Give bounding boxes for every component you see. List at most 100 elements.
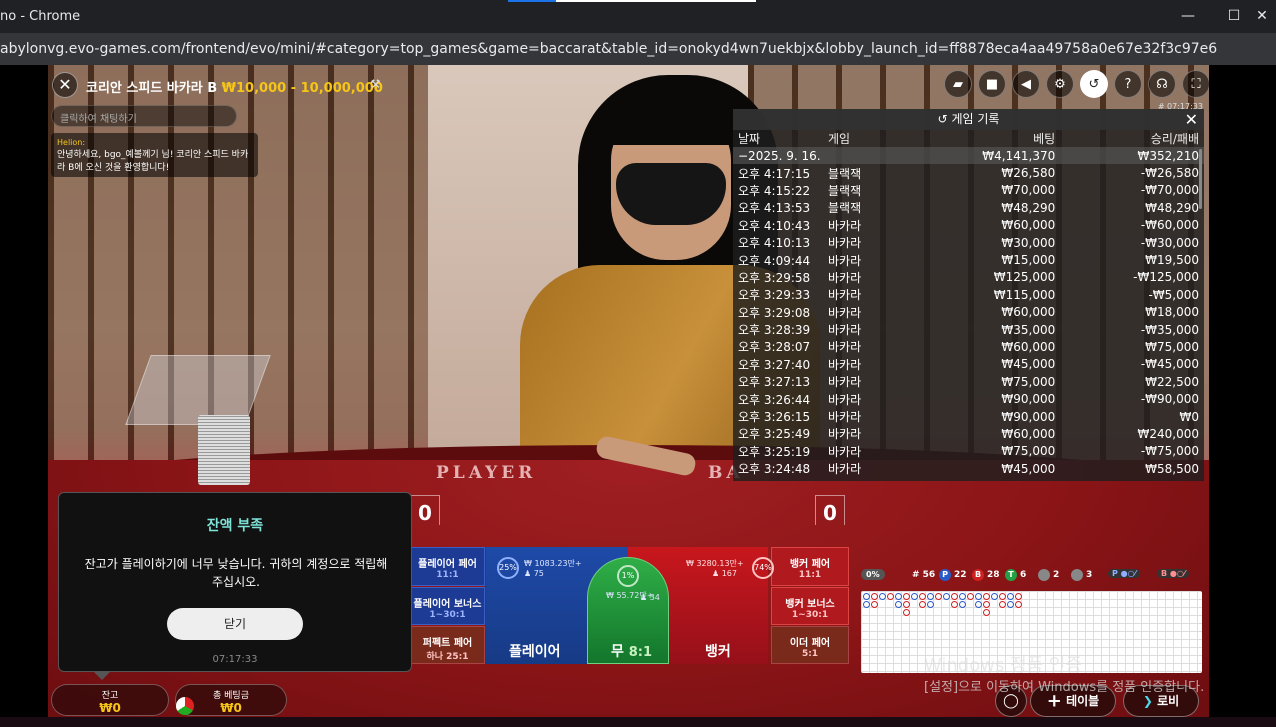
- banker-pair-odds: 11:1: [798, 570, 822, 580]
- history-row[interactable]: 오후 4:15:22 블랙잭 ₩70,000 -₩70,000: [733, 182, 1204, 199]
- history-row[interactable]: 오후 4:17:15 블랙잭 ₩26,580 -₩26,580: [733, 164, 1204, 181]
- history-row[interactable]: 오후 3:25:49 바카라 ₩60,000 ₩240,000: [733, 425, 1204, 442]
- history-result: -₩75,000: [1140, 444, 1199, 459]
- player-main-label: 플레이어: [509, 644, 561, 660]
- road-toggle[interactable]: 0%: [861, 569, 885, 580]
- address-bar[interactable]: abylonvg.evo-games.com/frontend/evo/mini…: [0, 33, 1276, 65]
- history-row[interactable]: 오후 4:10:13 바카라 ₩30,000 -₩30,000: [733, 234, 1204, 251]
- history-row[interactable]: 오후 4:09:44 바카라 ₩15,000 ₩19,500: [733, 251, 1204, 268]
- history-row[interactable]: 오후 3:27:13 바카라 ₩75,000 ₩22,500: [733, 373, 1204, 390]
- history-row[interactable]: 오후 3:24:48 바카라 ₩45,000 ₩58,500: [733, 460, 1204, 477]
- history-row[interactable]: 오후 3:25:19 바카라 ₩75,000 -₩75,000: [733, 443, 1204, 460]
- history-bet: ₩35,000: [1001, 322, 1056, 337]
- total-date: −2025. 9. 16.: [733, 147, 903, 165]
- table-button-label: 테이블: [1066, 694, 1100, 708]
- game-viewport: PLAYER BA ✕ 코리안 스피드 바카라 B ₩10,000 - 10,0…: [48, 65, 1209, 727]
- p-count: 22: [954, 570, 967, 580]
- fullscreen-icon[interactable]: ⛶: [1182, 70, 1209, 98]
- balance-display[interactable]: 잔고 ₩0: [51, 684, 169, 716]
- banker-bonus-bet[interactable]: 뱅커 보너스 1~30:1: [771, 587, 849, 625]
- road-banker-dot: [1015, 601, 1022, 608]
- headset-icon[interactable]: ☊: [1148, 70, 1176, 98]
- close-game-button[interactable]: ✕: [52, 72, 78, 98]
- history-row[interactable]: 오후 4:10:43 바카라 ₩60,000 -₩60,000: [733, 217, 1204, 234]
- tie-count-value: 34: [649, 593, 660, 602]
- history-time: 오후 3:29:33: [738, 288, 811, 303]
- road-player-dot: [863, 593, 870, 600]
- chat-input[interactable]: 클릭하여 채팅하기: [51, 105, 237, 127]
- total-bet: ₩4,141,370: [903, 147, 1061, 165]
- history-row[interactable]: 오후 3:26:44 바카라 ₩90,000 -₩90,000: [733, 390, 1204, 407]
- history-row[interactable]: 오후 3:29:08 바카라 ₩60,000 ₩18,000: [733, 304, 1204, 321]
- bet-limits[interactable]: ₩10,000 - 10,000,000: [222, 81, 383, 96]
- history-game: 바카라: [828, 375, 862, 390]
- close-window-button[interactable]: ✕: [1252, 8, 1272, 26]
- road-banker-dot: [871, 601, 878, 608]
- either-pair-bet[interactable]: 이더 페어 5:1: [771, 626, 849, 664]
- history-time: 오후 4:17:15: [738, 166, 811, 181]
- tie-percent: 1%: [617, 565, 639, 587]
- history-icon[interactable]: ↺: [1080, 70, 1108, 98]
- minimize-button[interactable]: —: [1178, 8, 1198, 26]
- dialog-pointer: [94, 672, 110, 680]
- dialog-close-button[interactable]: 닫기: [167, 608, 303, 640]
- road-player-dot: [895, 601, 902, 608]
- history-time: 오후 3:25:49: [738, 427, 811, 442]
- history-time: 오후 3:28:07: [738, 340, 811, 355]
- history-row[interactable]: 오후 3:26:15 바카라 ₩90,000 ₩0: [733, 408, 1204, 425]
- history-game: 바카라: [828, 218, 862, 233]
- road-banker-dot: [983, 609, 990, 616]
- either-pair-label: 이더 페어: [789, 638, 831, 649]
- banker-pair-dot-icon: [1071, 569, 1083, 581]
- history-time: 오후 3:29:08: [738, 305, 811, 320]
- help-icon[interactable]: ?: [1114, 70, 1142, 98]
- perfect-pair-label: 퍼펙트 페어: [422, 638, 473, 649]
- history-row[interactable]: 오후 4:13:53 블랙잭 ₩48,290 ₩48,290: [733, 199, 1204, 216]
- maximize-button[interactable]: ☐: [1224, 8, 1244, 26]
- settings-icon[interactable]: ⚙: [1046, 70, 1074, 98]
- player-pair-label: 플레이어 페어: [418, 559, 477, 570]
- history-game: 바카라: [828, 427, 862, 442]
- road-player-dot: [975, 593, 982, 600]
- road-player-dot: [1007, 601, 1014, 608]
- history-close-icon[interactable]: ✕: [1185, 109, 1198, 130]
- player-ask-button[interactable]: P ●○⁄: [1108, 569, 1140, 578]
- history-game: 바카라: [828, 323, 862, 338]
- history-row[interactable]: 오후 3:28:39 바카라 ₩35,000 -₩35,000: [733, 321, 1204, 338]
- player-ask-label: P: [1112, 569, 1118, 578]
- history-result: ₩0: [1179, 409, 1200, 424]
- road-banker-dot: [903, 593, 910, 600]
- volume-icon[interactable]: ◀: [1012, 70, 1040, 98]
- history-scrollbar[interactable]: [1199, 149, 1202, 209]
- history-row[interactable]: 오후 3:29:33 바카라 ₩115,000 -₩5,000: [733, 286, 1204, 303]
- perfect-pair-bet[interactable]: 퍼펙트 페어 하나 25:1: [410, 626, 485, 664]
- history-result: -₩125,000: [1133, 270, 1199, 285]
- video-icon[interactable]: ■: [978, 70, 1006, 98]
- player-bonus-bet[interactable]: 플레이어 보너스 1~30:1: [410, 587, 485, 625]
- windows-watermark-text: [설정]으로 이동하여 Windows를 정품 인증합니다.: [924, 680, 1205, 695]
- history-bet: ₩30,000: [1001, 235, 1056, 250]
- dialog-message: 잔고가 플레이하기에 너무 낮습니다. 귀하의 계정으로 적립해 주십시오.: [84, 557, 388, 589]
- balance-value: ₩0: [99, 701, 121, 715]
- banker-amount: ₩ 3280.13만+: [686, 559, 744, 568]
- history-game: 바카라: [828, 410, 862, 425]
- chat-icon[interactable]: ▰: [944, 70, 972, 98]
- chips-icon: [176, 697, 194, 715]
- total-result: ₩352,210: [1060, 147, 1204, 165]
- dealer-bangs: [603, 93, 743, 145]
- history-row[interactable]: 오후 3:28:07 바카라 ₩60,000 ₩75,000: [733, 338, 1204, 355]
- player-pair-bet[interactable]: 플레이어 페어 11:1: [410, 547, 485, 586]
- dialog-title: 잔액 부족: [206, 518, 264, 534]
- road-player-dot: [863, 601, 870, 608]
- history-row[interactable]: 오후 3:27:40 바카라 ₩45,000 -₩45,000: [733, 356, 1204, 373]
- history-time: 오후 3:29:58: [738, 270, 811, 285]
- road-banker-dot: [871, 593, 878, 600]
- banker-pair-bet[interactable]: 뱅커 페어 11:1: [771, 547, 849, 586]
- url-text[interactable]: abylonvg.evo-games.com/frontend/evo/mini…: [0, 41, 1217, 57]
- history-row[interactable]: 오후 3:29:58 바카라 ₩125,000 -₩125,000: [733, 269, 1204, 286]
- history-day-total[interactable]: −2025. 9. 16. ₩4,141,370 ₩352,210: [733, 147, 1204, 165]
- history-bet: ₩125,000: [993, 270, 1056, 285]
- banker-ask-button[interactable]: B ●○⁄: [1157, 569, 1190, 578]
- history-result: -₩70,000: [1140, 183, 1199, 198]
- history-time: 오후 3:27:13: [738, 375, 811, 390]
